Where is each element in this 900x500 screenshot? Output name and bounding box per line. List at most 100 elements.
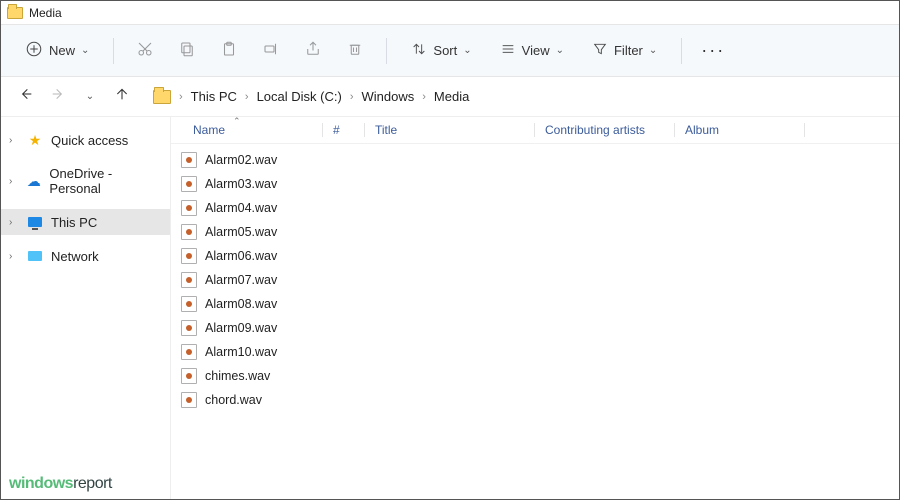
chevron-down-icon: ⌄ [86, 91, 94, 102]
audio-file-icon [181, 248, 197, 264]
cloud-icon: ☁ [26, 173, 41, 189]
sidebar-item-this-pc[interactable]: › This PC [1, 209, 170, 235]
breadcrumb-item[interactable]: Windows [362, 89, 415, 104]
breadcrumb-item[interactable]: Local Disk (C:) [257, 89, 342, 104]
chevron-right-icon: › [179, 91, 183, 103]
cut-button[interactable] [128, 34, 162, 67]
toolbar-separator [386, 38, 387, 64]
back-button[interactable] [15, 86, 37, 108]
file-name: chord.wav [205, 393, 262, 407]
trash-icon [346, 40, 364, 61]
delete-button[interactable] [338, 34, 372, 67]
share-icon [304, 40, 322, 61]
column-header-album[interactable]: Album [685, 123, 805, 137]
copy-icon [178, 40, 196, 61]
audio-file-icon [181, 344, 197, 360]
file-list: Alarm02.wav Alarm03.wav Alarm04.wavAlarm05… [171, 144, 899, 499]
file-name: Alarm02.wav [205, 153, 277, 167]
file-name: Alarm07.wav [205, 273, 277, 287]
toolbar: New ⌄ [1, 25, 899, 77]
chevron-right-icon: › [245, 91, 249, 103]
more-button[interactable]: ··· [696, 34, 730, 67]
arrow-right-icon [50, 86, 66, 107]
column-header-artists[interactable]: Contributing artists [545, 123, 675, 137]
sidebar-item-label: This PC [51, 215, 97, 230]
file-row[interactable]: Alarm10.wav [171, 340, 899, 364]
paste-button[interactable] [212, 34, 246, 67]
file-row[interactable]: chord.wav [171, 388, 899, 412]
sidebar: › ★ Quick access › ☁ OneDrive - Personal… [1, 117, 171, 499]
rename-button[interactable] [254, 34, 288, 67]
file-row[interactable]: Alarm04.wav [171, 196, 899, 220]
body: › ★ Quick access › ☁ OneDrive - Personal… [1, 117, 899, 499]
file-name: Alarm08.wav [205, 297, 277, 311]
chevron-right-icon: › [9, 135, 19, 146]
file-row[interactable]: Alarm05.wav [171, 220, 899, 244]
file-row[interactable]: Alarm06.wav [171, 244, 899, 268]
sidebar-item-label: OneDrive - Personal [49, 166, 160, 196]
title-bar: Media [1, 1, 899, 25]
audio-file-icon [181, 392, 197, 408]
folder-icon [7, 7, 23, 19]
file-row[interactable]: chimes.wav [171, 364, 899, 388]
audio-file-icon [181, 296, 197, 312]
filter-icon [592, 41, 608, 60]
sort-icon [411, 41, 427, 60]
file-row[interactable]: Alarm09.wav [171, 316, 899, 340]
column-header-number[interactable]: # [333, 123, 365, 137]
chevron-right-icon: › [350, 91, 354, 103]
folder-icon [153, 90, 171, 104]
clipboard-icon [220, 40, 238, 61]
forward-button[interactable] [47, 86, 69, 108]
file-name: Alarm03.wav [205, 177, 277, 191]
audio-file-icon [181, 152, 197, 168]
sidebar-item-network[interactable]: › Network [1, 243, 170, 269]
rename-icon [262, 40, 280, 61]
up-button[interactable] [111, 86, 133, 108]
sidebar-item-quick-access[interactable]: › ★ Quick access [1, 127, 170, 153]
toolbar-separator [681, 38, 682, 64]
monitor-icon [27, 214, 43, 230]
chevron-down-icon: ⌄ [649, 45, 657, 56]
share-button[interactable] [296, 34, 330, 67]
new-button[interactable]: New ⌄ [15, 34, 99, 67]
chevron-right-icon: › [9, 176, 18, 187]
file-name: chimes.wav [205, 369, 270, 383]
view-button[interactable]: View ⌄ [490, 35, 574, 66]
filter-button[interactable]: Filter ⌄ [582, 35, 667, 66]
new-label: New [49, 43, 75, 58]
sort-label: Sort [433, 43, 457, 58]
sidebar-item-onedrive[interactable]: › ☁ OneDrive - Personal [1, 161, 170, 201]
audio-file-icon [181, 176, 197, 192]
breadcrumb[interactable]: › This PC › Local Disk (C:) › Windows › … [153, 89, 469, 104]
audio-file-icon [181, 272, 197, 288]
logo-part2: report [73, 475, 112, 492]
file-row[interactable]: Alarm02.wav [171, 148, 899, 172]
file-row[interactable]: Alarm03.wav [171, 172, 899, 196]
audio-file-icon [181, 320, 197, 336]
file-name: Alarm10.wav [205, 345, 277, 359]
sidebar-item-label: Network [51, 249, 99, 264]
explorer-window: Media New ⌄ [0, 0, 900, 500]
column-header-name[interactable]: ⌃ Name [193, 123, 323, 137]
chevron-down-icon: ⌄ [81, 45, 89, 56]
window-title: Media [29, 6, 62, 20]
chevron-down-icon: ⌄ [463, 45, 471, 56]
watermark-logo: windowsreport [9, 475, 112, 493]
file-row[interactable]: Alarm08.wav [171, 292, 899, 316]
copy-button[interactable] [170, 34, 204, 67]
plus-circle-icon [25, 40, 43, 61]
sort-button[interactable]: Sort ⌄ [401, 35, 481, 66]
file-row[interactable]: Alarm07.wav [171, 268, 899, 292]
breadcrumb-item[interactable]: This PC [191, 89, 237, 104]
recent-locations-button[interactable]: ⌄ [79, 86, 101, 108]
logo-part1: windows [9, 475, 73, 492]
breadcrumb-item[interactable]: Media [434, 89, 469, 104]
column-header-title[interactable]: Title [375, 123, 535, 137]
column-headers: ⌃ Name # Title Contributing artists Albu… [171, 117, 899, 144]
view-label: View [522, 43, 550, 58]
view-icon [500, 41, 516, 60]
file-name: Alarm06.wav [205, 249, 277, 263]
toolbar-separator [113, 38, 114, 64]
arrow-up-icon [114, 86, 130, 107]
